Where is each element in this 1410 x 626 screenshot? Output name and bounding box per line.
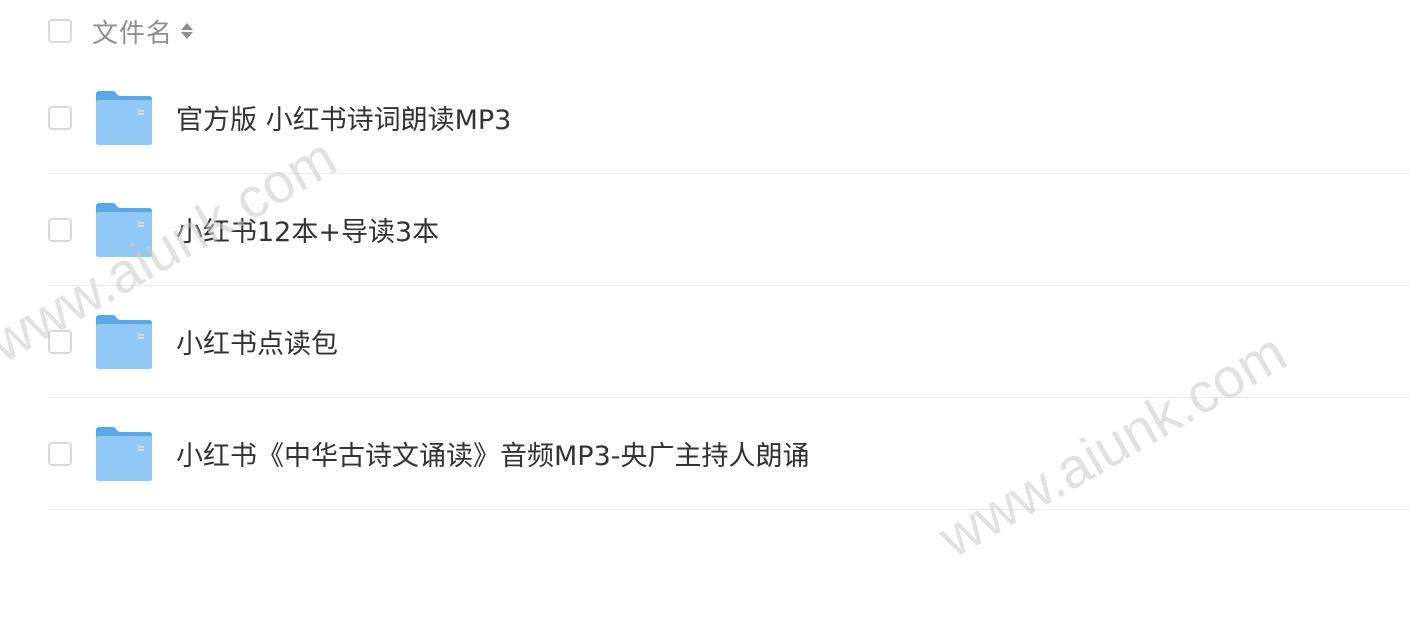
file-row[interactable]: 小红书12本+导读3本 [48,174,1410,286]
file-list: 文件名 官方版 小红书诗词朗读MP3 小红书12本+导读3本 小红书点读包 小红… [48,0,1410,510]
file-row[interactable]: 小红书点读包 [48,286,1410,398]
sort-updown-icon[interactable] [181,19,194,43]
folder-icon [96,314,152,369]
folder-icon [96,90,152,145]
file-name[interactable]: 小红书《中华古诗文诵读》音频MP3-央广主持人朗诵 [176,434,810,473]
folder-icon [96,426,152,481]
row-checkbox[interactable] [48,217,72,242]
folder-icon [96,202,152,257]
row-checkbox[interactable] [48,105,72,130]
file-name[interactable]: 小红书12本+导读3本 [176,210,439,249]
file-name[interactable]: 小红书点读包 [176,322,338,361]
file-name[interactable]: 官方版 小红书诗词朗读MP3 [176,98,511,137]
row-checkbox[interactable] [48,329,72,354]
file-row[interactable]: 官方版 小红书诗词朗读MP3 [48,62,1410,174]
filename-column-header[interactable]: 文件名 [92,13,173,50]
row-checkbox[interactable] [48,441,72,466]
select-all-checkbox[interactable] [48,19,72,43]
file-row[interactable]: 小红书《中华古诗文诵读》音频MP3-央广主持人朗诵 [48,398,1410,510]
file-list-header: 文件名 [48,0,1410,62]
file-browser-page: 文件名 官方版 小红书诗词朗读MP3 小红书12本+导读3本 小红书点读包 小红… [0,0,1410,626]
